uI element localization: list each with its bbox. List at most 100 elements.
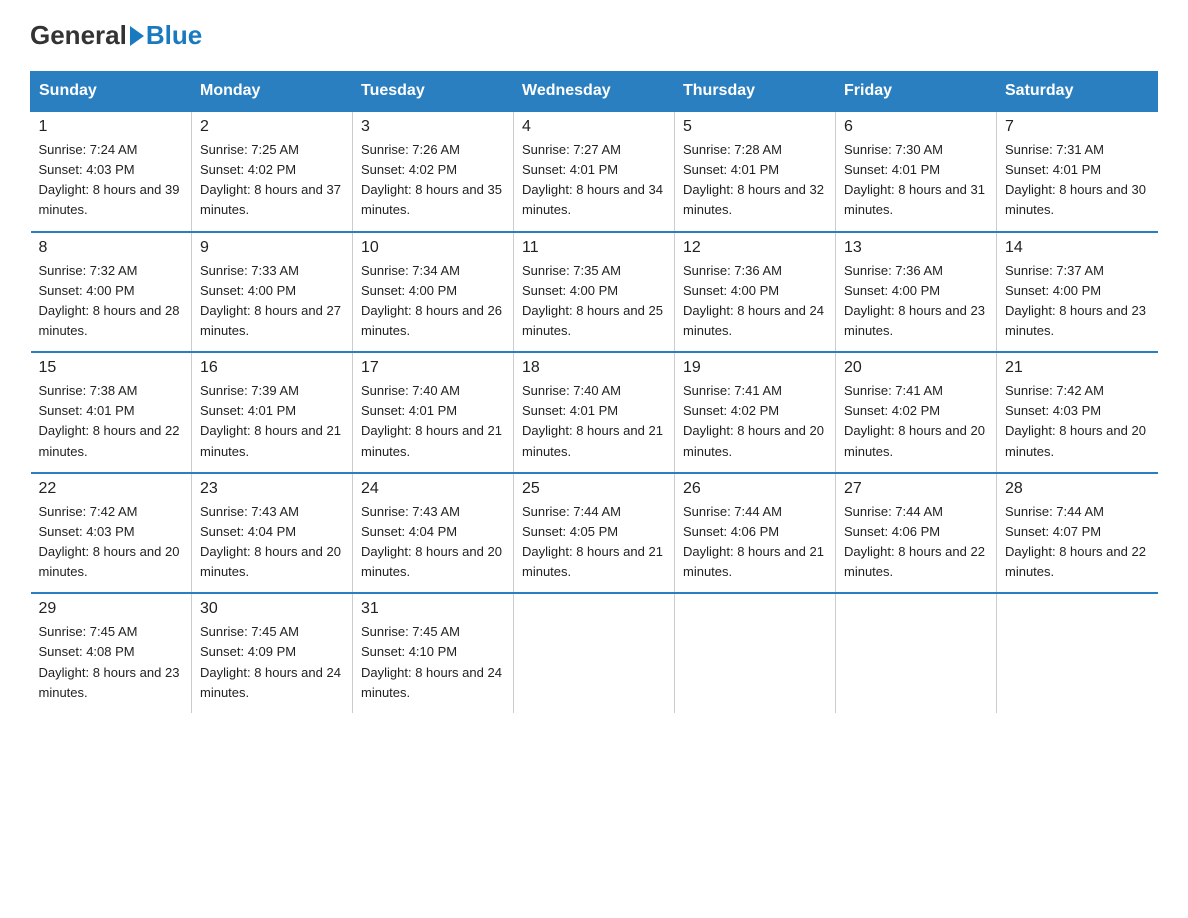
calendar-cell: 20 Sunrise: 7:41 AMSunset: 4:02 PMDayligh… (836, 352, 997, 473)
day-number: 18 (522, 359, 666, 377)
day-number: 30 (200, 600, 344, 618)
day-info: Sunrise: 7:43 AMSunset: 4:04 PMDaylight:… (361, 502, 505, 583)
day-info: Sunrise: 7:44 AMSunset: 4:06 PMDaylight:… (844, 502, 988, 583)
week-row-2: 8 Sunrise: 7:32 AMSunset: 4:00 PMDaylight… (31, 232, 1158, 353)
calendar-cell: 11 Sunrise: 7:35 AMSunset: 4:00 PMDayligh… (514, 232, 675, 353)
day-info: Sunrise: 7:28 AMSunset: 4:01 PMDaylight:… (683, 140, 827, 221)
day-info: Sunrise: 7:33 AMSunset: 4:00 PMDaylight:… (200, 261, 344, 342)
day-number: 20 (844, 359, 988, 377)
calendar-cell: 16Sunrise: 7:39 AMSunset: 4:01 PMDayligh… (192, 352, 353, 473)
calendar-cell: 7 Sunrise: 7:31 AMSunset: 4:01 PMDaylight… (997, 111, 1158, 232)
header-friday: Friday (836, 72, 997, 112)
day-number: 5 (683, 118, 827, 136)
header-monday: Monday (192, 72, 353, 112)
day-info: Sunrise: 7:38 AMSunset: 4:01 PMDaylight:… (39, 381, 184, 462)
day-number: 22 (39, 480, 184, 498)
day-number: 15 (39, 359, 184, 377)
day-info: Sunrise: 7:25 AMSunset: 4:02 PMDaylight:… (200, 140, 344, 221)
calendar-cell: 24 Sunrise: 7:43 AMSunset: 4:04 PMDayligh… (353, 473, 514, 594)
day-number: 12 (683, 239, 827, 257)
day-number: 27 (844, 480, 988, 498)
calendar-cell: 15 Sunrise: 7:38 AMSunset: 4:01 PMDayligh… (31, 352, 192, 473)
header-tuesday: Tuesday (353, 72, 514, 112)
logo-blue-text: Blue (146, 20, 202, 51)
calendar-cell: 5 Sunrise: 7:28 AMSunset: 4:01 PMDaylight… (675, 111, 836, 232)
day-number: 3 (361, 118, 505, 136)
week-row-3: 15 Sunrise: 7:38 AMSunset: 4:01 PMDayligh… (31, 352, 1158, 473)
calendar-cell: 23Sunrise: 7:43 AMSunset: 4:04 PMDayligh… (192, 473, 353, 594)
day-info: Sunrise: 7:44 AMSunset: 4:07 PMDaylight:… (1005, 502, 1150, 583)
calendar-table: SundayMondayTuesdayWednesdayThursdayFrid… (30, 71, 1158, 713)
day-info: Sunrise: 7:42 AMSunset: 4:03 PMDaylight:… (39, 502, 184, 583)
calendar-cell: 22 Sunrise: 7:42 AMSunset: 4:03 PMDayligh… (31, 473, 192, 594)
day-number: 6 (844, 118, 988, 136)
page-header: General Blue (30, 20, 1158, 51)
day-info: Sunrise: 7:36 AMSunset: 4:00 PMDaylight:… (844, 261, 988, 342)
calendar-cell: 12 Sunrise: 7:36 AMSunset: 4:00 PMDayligh… (675, 232, 836, 353)
day-info: Sunrise: 7:27 AMSunset: 4:01 PMDaylight:… (522, 140, 666, 221)
calendar-cell: 8 Sunrise: 7:32 AMSunset: 4:00 PMDaylight… (31, 232, 192, 353)
week-row-1: 1Sunrise: 7:24 AMSunset: 4:03 PMDaylight… (31, 111, 1158, 232)
calendar-cell (675, 593, 836, 713)
day-number: 13 (844, 239, 988, 257)
calendar-cell: 30 Sunrise: 7:45 AMSunset: 4:09 PMDayligh… (192, 593, 353, 713)
day-number: 9 (200, 239, 344, 257)
day-info: Sunrise: 7:31 AMSunset: 4:01 PMDaylight:… (1005, 140, 1150, 221)
logo-general-text: General (30, 20, 127, 51)
day-info: Sunrise: 7:36 AMSunset: 4:00 PMDaylight:… (683, 261, 827, 342)
day-info: Sunrise: 7:41 AMSunset: 4:02 PMDaylight:… (844, 381, 988, 462)
day-info: Sunrise: 7:30 AMSunset: 4:01 PMDaylight:… (844, 140, 988, 221)
calendar-cell: 26 Sunrise: 7:44 AMSunset: 4:06 PMDayligh… (675, 473, 836, 594)
day-info: Sunrise: 7:44 AMSunset: 4:05 PMDaylight:… (522, 502, 666, 583)
header-thursday: Thursday (675, 72, 836, 112)
day-info: Sunrise: 7:34 AMSunset: 4:00 PMDaylight:… (361, 261, 505, 342)
header-wednesday: Wednesday (514, 72, 675, 112)
calendar-cell: 27 Sunrise: 7:44 AMSunset: 4:06 PMDayligh… (836, 473, 997, 594)
calendar-cell: 14 Sunrise: 7:37 AMSunset: 4:00 PMDayligh… (997, 232, 1158, 353)
calendar-cell: 17 Sunrise: 7:40 AMSunset: 4:01 PMDayligh… (353, 352, 514, 473)
day-number: 29 (39, 600, 184, 618)
day-number: 2 (200, 118, 344, 136)
day-number: 28 (1005, 480, 1150, 498)
calendar-cell: 28 Sunrise: 7:44 AMSunset: 4:07 PMDayligh… (997, 473, 1158, 594)
day-info: Sunrise: 7:45 AMSunset: 4:09 PMDaylight:… (200, 622, 344, 703)
day-number: 25 (522, 480, 666, 498)
calendar-cell: 4 Sunrise: 7:27 AMSunset: 4:01 PMDaylight… (514, 111, 675, 232)
day-number: 21 (1005, 359, 1150, 377)
calendar-cell: 19Sunrise: 7:41 AMSunset: 4:02 PMDayligh… (675, 352, 836, 473)
day-number: 8 (39, 239, 184, 257)
day-number: 10 (361, 239, 505, 257)
day-info: Sunrise: 7:44 AMSunset: 4:06 PMDaylight:… (683, 502, 827, 583)
day-number: 11 (522, 239, 666, 257)
header-saturday: Saturday (997, 72, 1158, 112)
day-info: Sunrise: 7:45 AMSunset: 4:08 PMDaylight:… (39, 622, 184, 703)
day-number: 26 (683, 480, 827, 498)
day-info: Sunrise: 7:41 AMSunset: 4:02 PMDaylight:… (683, 381, 827, 462)
day-number: 7 (1005, 118, 1150, 136)
logo-blue-part: Blue (127, 20, 202, 51)
calendar-cell (997, 593, 1158, 713)
day-info: Sunrise: 7:35 AMSunset: 4:00 PMDaylight:… (522, 261, 666, 342)
calendar-cell: 29 Sunrise: 7:45 AMSunset: 4:08 PMDayligh… (31, 593, 192, 713)
day-info: Sunrise: 7:40 AMSunset: 4:01 PMDaylight:… (361, 381, 505, 462)
day-info: Sunrise: 7:32 AMSunset: 4:00 PMDaylight:… (39, 261, 184, 342)
calendar-cell: 9 Sunrise: 7:33 AMSunset: 4:00 PMDaylight… (192, 232, 353, 353)
day-info: Sunrise: 7:39 AMSunset: 4:01 PMDaylight:… (200, 381, 344, 462)
calendar-cell: 21 Sunrise: 7:42 AMSunset: 4:03 PMDayligh… (997, 352, 1158, 473)
day-number: 4 (522, 118, 666, 136)
day-info: Sunrise: 7:24 AMSunset: 4:03 PMDaylight:… (39, 140, 184, 221)
day-info: Sunrise: 7:42 AMSunset: 4:03 PMDaylight:… (1005, 381, 1150, 462)
calendar-cell: 3Sunrise: 7:26 AMSunset: 4:02 PMDaylight… (353, 111, 514, 232)
day-number: 17 (361, 359, 505, 377)
day-number: 24 (361, 480, 505, 498)
calendar-cell: 10 Sunrise: 7:34 AMSunset: 4:00 PMDayligh… (353, 232, 514, 353)
day-number: 14 (1005, 239, 1150, 257)
header-sunday: Sunday (31, 72, 192, 112)
calendar-cell: 18Sunrise: 7:40 AMSunset: 4:01 PMDayligh… (514, 352, 675, 473)
calendar-cell: 25 Sunrise: 7:44 AMSunset: 4:05 PMDayligh… (514, 473, 675, 594)
calendar-cell (514, 593, 675, 713)
day-info: Sunrise: 7:37 AMSunset: 4:00 PMDaylight:… (1005, 261, 1150, 342)
logo: General Blue (30, 20, 202, 51)
calendar-cell: 31Sunrise: 7:45 AMSunset: 4:10 PMDayligh… (353, 593, 514, 713)
day-number: 23 (200, 480, 344, 498)
